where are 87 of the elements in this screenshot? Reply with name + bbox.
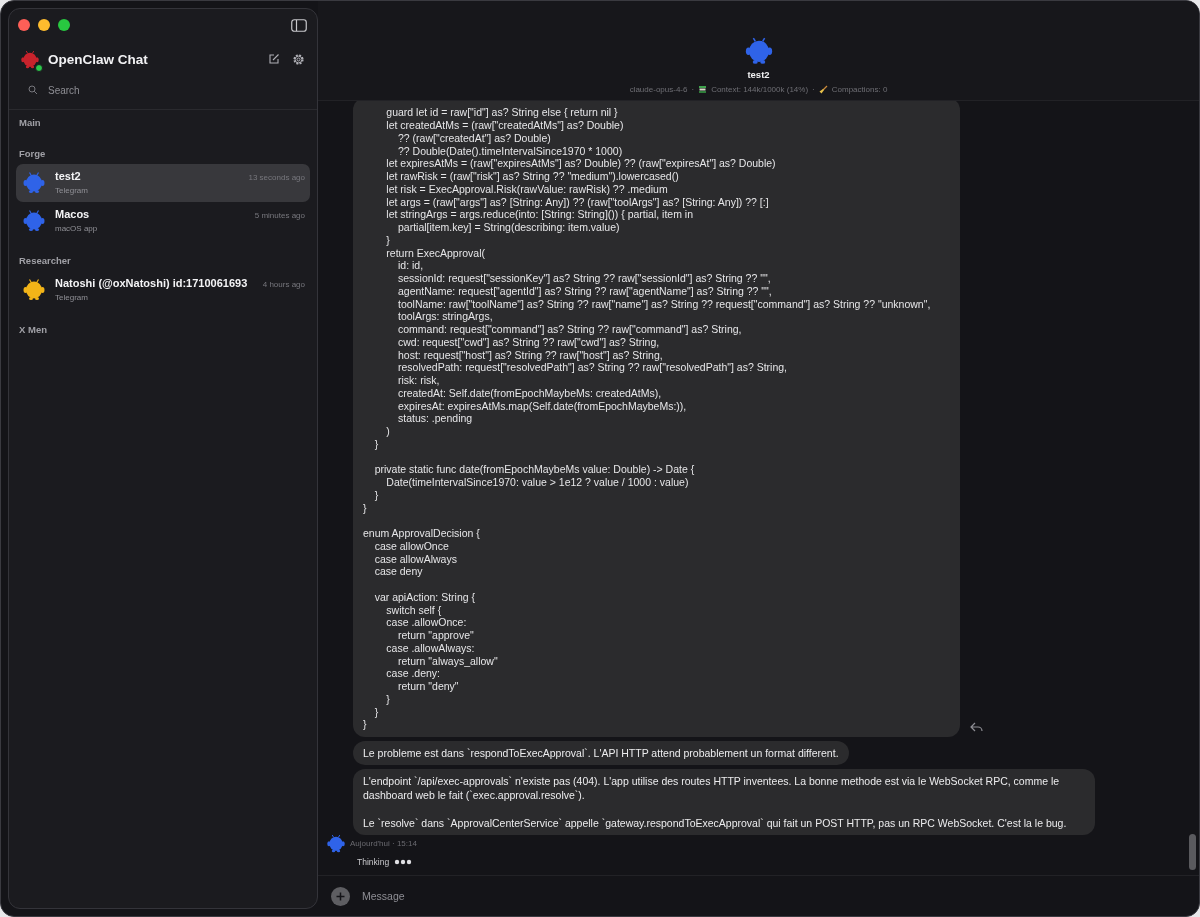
code-line: agentName: request["agentId"] as? String ?? raw["agentName"] as? String ?? "", bbox=[397, 284, 772, 298]
status-text: Thinking bbox=[357, 857, 390, 867]
plus-icon bbox=[336, 891, 345, 901]
books-icon bbox=[698, 85, 708, 94]
scrollbar-thumb[interactable] bbox=[1189, 834, 1196, 870]
code-line: toolName: raw["toolName"] as? String ?? raw["name"] as? String ?? request["command"] as? String ?? "unknown", bbox=[397, 297, 931, 311]
code-line: } bbox=[373, 437, 379, 451]
code-line: private static func date(fromEpochMaybeMs value: Double) -> Date { bbox=[373, 463, 695, 476]
code-line: return "always_allow" bbox=[397, 654, 498, 668]
code-line: ) bbox=[385, 425, 390, 438]
code-line: var apiAction: String { bbox=[373, 590, 476, 604]
code-line: return ExecApproval( bbox=[385, 246, 485, 260]
message-field[interactable]: Message bbox=[360, 889, 1189, 903]
code-line: return "approve" bbox=[397, 629, 474, 642]
chat-name: test2 bbox=[55, 170, 81, 182]
code-line: expiresAt: expiresAtMs.map(Self.date(fromEpochMaybeMs:)), bbox=[397, 399, 687, 413]
model-name: claude-opus-4-6 bbox=[629, 85, 688, 94]
group-header: Researcher bbox=[18, 254, 72, 268]
group-header: Main bbox=[18, 116, 42, 130]
chat-source: macOS app bbox=[55, 224, 99, 233]
code-line: let risk = ExecApproval.Risk(rawValue: rawRisk) ?? .medium bbox=[385, 182, 668, 196]
code-line: } bbox=[363, 501, 367, 515]
chat-source: Telegram bbox=[55, 186, 89, 195]
compactions-count: Compactions: 0 bbox=[831, 85, 888, 94]
code-line: host: request["host"] as? String ?? raw["host"] as? String, bbox=[397, 348, 663, 362]
code-line: let rawRisk = (raw["risk"] as? String ?? "medium").lowercased() bbox=[385, 170, 679, 183]
code-line: risk: risk, bbox=[397, 374, 440, 387]
code-line: } bbox=[363, 718, 367, 731]
chat-name: Macos bbox=[55, 208, 90, 220]
code-line: resolvedPath: request["resolvedPath"] as? String ?? raw["resolvedPath"] as? String, bbox=[397, 361, 788, 374]
chat-item[interactable]: Macos 5 minutes ago macOS app bbox=[16, 202, 310, 240]
code-line: Date(timeIntervalSince1970: value > 1e12 ? value / 1000 : value) bbox=[385, 476, 689, 489]
add-button[interactable] bbox=[331, 886, 350, 906]
app-logo bbox=[20, 49, 40, 69]
code-line: cwd: request["cwd"] as? String ?? raw["cwd"] as? String, bbox=[397, 335, 660, 349]
message-bubble: Le probleme est dans `respondToExecApproval`. L'API HTTP attend probablement un format different. bbox=[353, 741, 849, 765]
chat-time: 5 minutes ago bbox=[254, 211, 305, 220]
search-field[interactable]: Search bbox=[46, 83, 250, 97]
chat-title: test2 bbox=[747, 69, 770, 80]
code-line: command: request["command"] as? String ?? raw["command"] as? String, bbox=[397, 323, 742, 336]
compose-icon[interactable] bbox=[266, 51, 282, 67]
code-line: toolArgs: stringArgs, bbox=[397, 310, 493, 323]
code-line: } bbox=[373, 705, 379, 719]
chat-time: 4 hours ago bbox=[262, 280, 305, 289]
meta-separator: · bbox=[691, 85, 695, 94]
code-line: guard let id = raw["id"] as? String else { return nil } bbox=[385, 106, 618, 119]
code-line: return "deny" bbox=[397, 680, 459, 693]
code-line: case .deny: bbox=[385, 667, 441, 680]
code-line: status: .pending bbox=[397, 412, 473, 425]
code-line: case .allowAlways: bbox=[385, 641, 475, 655]
group-header: X Men bbox=[18, 323, 48, 337]
code-line: createdAt: Self.date(fromEpochMaybeMs: createdAtMs), bbox=[397, 386, 662, 400]
code-line: let args = (raw["args"] as? [String: Any]) ?? (raw["toolArgs"] as? [String: Any]) ?? [:] bbox=[385, 195, 769, 209]
code-line: let createdAtMs = (raw["createdAtMs"] as? Double) bbox=[385, 119, 624, 132]
code-line: let stringArgs = args.reduce(into: [String: String]()) { partial, item in bbox=[385, 208, 693, 221]
minimize-button[interactable] bbox=[38, 19, 50, 31]
code-line: partial[item.key] = String(describing: item.value) bbox=[397, 221, 620, 234]
group-header: Forge bbox=[18, 147, 47, 161]
code-line: id: id, bbox=[397, 259, 424, 272]
mascot-avatar bbox=[326, 833, 346, 853]
code-line: enum ApprovalDecision { bbox=[363, 527, 480, 540]
code-line: case .allowOnce: bbox=[385, 616, 467, 629]
message-timestamp: Aujourd'hui · 15:14 bbox=[350, 838, 417, 848]
reply-icon[interactable] bbox=[970, 722, 983, 733]
sidebar-toggle-icon[interactable] bbox=[291, 18, 307, 32]
context-usage: Context: 144k/1000k (14%) bbox=[711, 85, 809, 94]
broom-icon bbox=[818, 85, 828, 94]
code-line: } bbox=[373, 488, 379, 502]
code-line: } bbox=[385, 233, 390, 247]
close-button[interactable] bbox=[18, 19, 30, 31]
code-line: switch self { bbox=[385, 603, 442, 617]
zoom-button[interactable] bbox=[58, 19, 70, 31]
message-bubble: L'endpoint `/api/exec-approvals` n'existe pas (404). L'app utilise des routes HTTP inventees. La bonne methode est via le WebSocket RPC, comme le dashboard web le fait (`exec.approval.resolve`). Le `resolve` dans `ApprovalCenterService` appelle `gateway.respondToExecApproval` qui fait un POST HTTP, pas un RPC WebSocket. C'est la le bug. bbox=[353, 769, 1095, 835]
code-line: ?? (raw["createdAt"] as? Double) bbox=[397, 131, 551, 145]
code-line: } bbox=[385, 692, 390, 706]
chat-source: Telegram bbox=[55, 293, 89, 302]
code-line: case allowAlways bbox=[373, 552, 457, 566]
code-line: let expiresAtMs = (raw["expiresAtMs"] as? Double) ?? (raw["expiresAt"] as? Double) bbox=[385, 157, 776, 170]
meta-separator: · bbox=[812, 85, 815, 94]
app-title: OpenClaw Chat bbox=[48, 51, 148, 67]
code-line: case deny bbox=[373, 565, 423, 578]
chat-name: Natoshi (@oxNatoshi) id:1710061693 bbox=[55, 277, 248, 289]
chat-item[interactable]: Natoshi (@oxNatoshi) id:1710061693 4 hours ago Telegram bbox=[16, 271, 310, 309]
code-line: case allowOnce bbox=[373, 539, 449, 553]
search-icon bbox=[28, 85, 38, 95]
code-line: ?? Double(Date().timeIntervalSince1970 * 1000) bbox=[397, 144, 623, 158]
code-line: sessionId: request["sessionKey"] as? String ?? raw["sessionId"] as? String ?? "", bbox=[397, 272, 771, 285]
